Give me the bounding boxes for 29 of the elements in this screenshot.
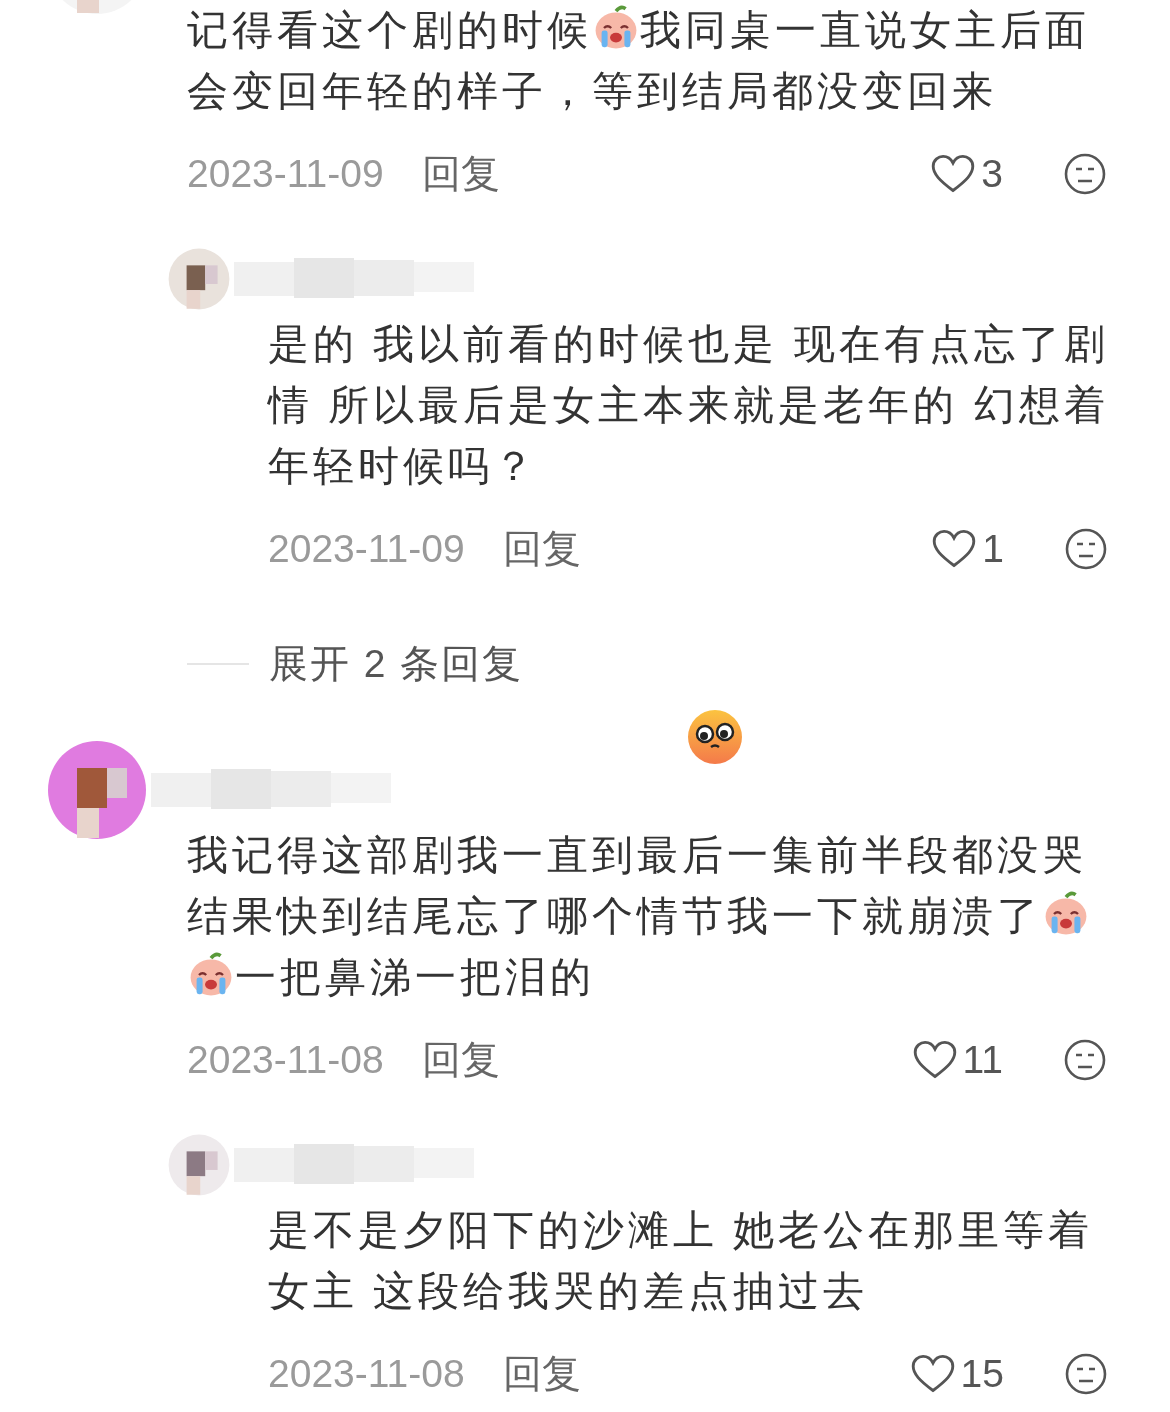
pleading-face-icon bbox=[687, 709, 743, 765]
comment-text: 是的 我以前看的时候也是 现在有点忘了剧情 所以最后是女主本来就是老年的 幻想着年轻时候吗？ bbox=[268, 320, 1110, 491]
reply-link[interactable]: 回复 bbox=[502, 1347, 581, 1401]
like-button[interactable]: 15 bbox=[910, 1352, 1004, 1396]
comment-date: 2023-11-08 bbox=[268, 1352, 465, 1396]
dislike-face-icon[interactable] bbox=[1064, 527, 1108, 571]
comment-text: 记得看这个剧的时候 我同桌一直说女主后面会变回年轻的样子，等到结局都没变回来 bbox=[187, 0, 1122, 122]
comment-text: 我记得这部剧我一直到最后一集前半段都没哭结果快到结尾忘了哪个情节我一下就崩溃了 一把鼻涕一把泪的 bbox=[187, 825, 1122, 1008]
heart-icon bbox=[931, 154, 976, 194]
heart-icon bbox=[912, 1040, 957, 1080]
comment-date: 2023-11-09 bbox=[187, 152, 384, 196]
heart-icon bbox=[910, 1354, 955, 1394]
like-button[interactable]: 3 bbox=[931, 152, 1003, 196]
like-button[interactable]: 1 bbox=[932, 527, 1004, 571]
expand-replies-link[interactable]: 展开 2 条回复 bbox=[269, 637, 524, 691]
avatar[interactable] bbox=[168, 248, 230, 310]
dislike-face-icon[interactable] bbox=[1063, 1038, 1107, 1082]
avatar[interactable] bbox=[168, 1134, 230, 1196]
reply-link[interactable]: 回复 bbox=[421, 147, 500, 201]
comment-date: 2023-11-08 bbox=[187, 1038, 384, 1082]
heart-icon bbox=[932, 529, 977, 569]
reply-link[interactable]: 回复 bbox=[502, 522, 581, 576]
avatar[interactable] bbox=[47, 740, 147, 840]
comment-date: 2023-11-09 bbox=[268, 527, 465, 571]
comment-text: 是不是夕阳下的沙滩上 她老公在那里等着女主 这段给我哭的差点抽过去 bbox=[268, 1206, 1095, 1316]
like-button[interactable]: 11 bbox=[912, 1038, 1003, 1082]
dislike-face-icon[interactable] bbox=[1064, 1352, 1108, 1396]
dislike-face-icon[interactable] bbox=[1063, 152, 1107, 196]
reply-link[interactable]: 回复 bbox=[421, 1033, 500, 1087]
